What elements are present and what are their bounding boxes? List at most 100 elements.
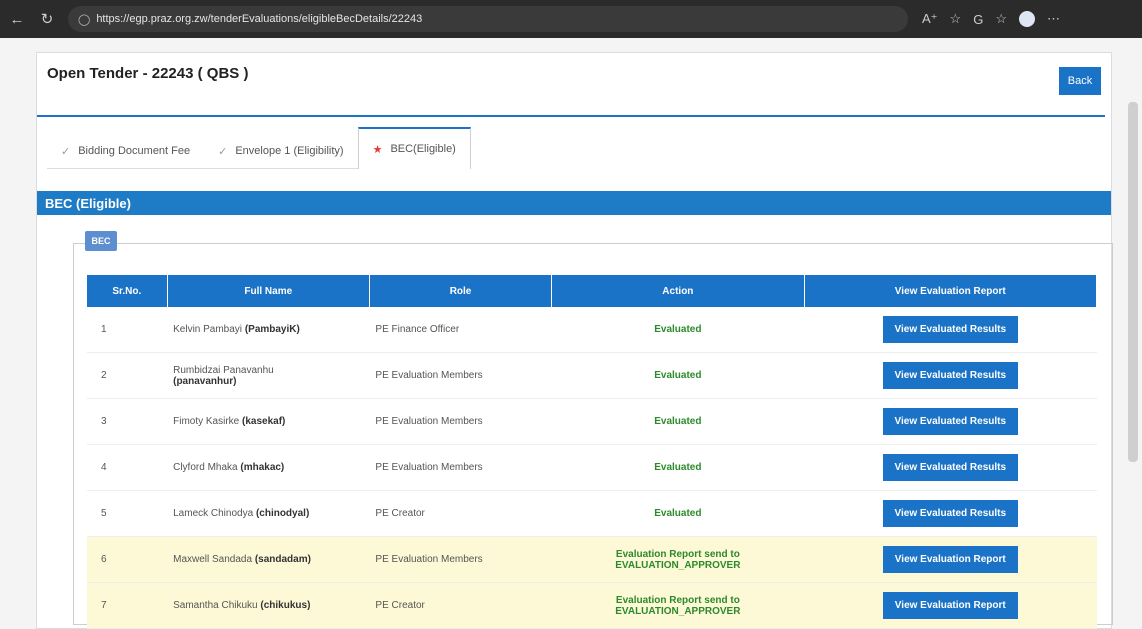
view-evaluated-results-button[interactable]: View Evaluated Results: [882, 408, 1019, 435]
role-cell: PE Evaluation Members: [369, 352, 552, 399]
row-number: 1: [87, 307, 168, 353]
member-username: (PambayiK): [244, 324, 300, 335]
action-status: Evaluated: [654, 508, 702, 519]
full-name-cell: Samantha Chikuku (chikukus): [167, 582, 370, 629]
bec-legend: BEC: [85, 231, 117, 251]
lock-icon: ◯: [78, 13, 91, 26]
action-status: Evaluated: [654, 370, 702, 381]
view-evaluation-report-button[interactable]: View Evaluation Report: [882, 592, 1018, 619]
page-title: Open Tender - 22243 ( QBS ): [47, 65, 249, 82]
member-username: (chikukus): [260, 600, 311, 611]
action-status: Evaluated: [654, 462, 702, 473]
role-cell: PE Finance Officer: [369, 307, 552, 353]
row-number: 7: [87, 582, 168, 629]
asterisk-icon: ★: [372, 143, 383, 156]
table-row: 7 Samantha Chikuku (chikukus) PE Creator…: [87, 582, 1097, 629]
member-name: Samantha Chikuku: [173, 600, 258, 611]
browser-toolbar: ← ↻ ◯ https://egp.praz.org.zw/tenderEval…: [0, 0, 1142, 38]
col-view-report: View Evaluation Report: [804, 275, 1098, 307]
role-cell: PE Evaluation Members: [369, 536, 552, 583]
view-evaluated-results-button[interactable]: View Evaluated Results: [882, 500, 1019, 527]
member-name: Kelvin Pambayi: [173, 324, 243, 335]
table-row: 4 Clyford Mhaka (mhakac) PE Evaluation M…: [87, 444, 1097, 491]
action-target: EVALUATION_APPROVER: [615, 605, 741, 617]
bec-table: Sr.No. Full Name Role Action View Evalua…: [87, 275, 1098, 629]
read-aloud-icon[interactable]: A⁺: [922, 11, 938, 27]
action-cell: Evaluation Report send to EVALUATION_APPR…: [551, 582, 805, 629]
action-cell: Evaluated: [551, 307, 805, 353]
address-bar[interactable]: ◯ https://egp.praz.org.zw/tenderEvaluati…: [68, 6, 908, 32]
view-cell: View Evaluation Report: [804, 536, 1097, 583]
favorites-icon[interactable]: ☆: [995, 11, 1007, 27]
title-divider: [37, 115, 1105, 117]
view-cell: View Evaluated Results: [804, 398, 1097, 445]
extension-icon[interactable]: G: [973, 12, 983, 27]
view-cell: View Evaluated Results: [804, 490, 1097, 537]
row-number: 6: [87, 536, 168, 583]
section-header: BEC (Eligible): [37, 191, 1111, 215]
page: Open Tender - 22243 ( QBS ) Back ✓ Biddi…: [0, 38, 1142, 629]
table-row: 3 Fimoty Kasirke (kasekaf) PE Evaluation…: [87, 398, 1097, 445]
member-name: Maxwell Sandada: [173, 554, 253, 565]
row-number: 3: [87, 398, 168, 445]
col-full-name: Full Name: [167, 275, 370, 307]
action-status: Evaluation Report send to: [615, 548, 740, 560]
action-cell: Evaluation Report send to EVALUATION_APPR…: [551, 536, 805, 583]
profile-avatar[interactable]: [1018, 11, 1035, 27]
member-username: (mhakac): [240, 462, 285, 473]
tab-bidding-document-fee[interactable]: ✓ Bidding Document Fee: [47, 134, 205, 169]
table-row: 1 Kelvin Pambayi (PambayiK) PE Finance O…: [87, 307, 1097, 353]
url-text: https://egp.praz.org.zw/tenderEvaluation…: [96, 13, 423, 25]
refresh-icon[interactable]: ↻: [34, 6, 60, 32]
action-cell: Evaluated: [551, 352, 805, 399]
member-username: (kasekaf): [242, 416, 286, 427]
favorite-icon[interactable]: ☆: [950, 11, 962, 27]
member-username: (chinodyal): [255, 508, 310, 519]
member-name: Rumbidzai Panavanhu: [173, 364, 274, 376]
col-role: Role: [369, 275, 553, 307]
tab-bar: ✓ Bidding Document Fee ✓ Envelope 1 (Eli…: [47, 125, 471, 169]
full-name-cell: Clyford Mhaka (mhakac): [167, 444, 370, 491]
table-row: 6 Maxwell Sandada (sandadam) PE Evaluati…: [87, 536, 1097, 583]
member-name: Lameck Chinodya: [173, 508, 254, 519]
action-cell: Evaluated: [551, 398, 805, 445]
action-status: Evaluated: [654, 324, 702, 335]
member-name: Fimoty Kasirke: [173, 416, 240, 427]
check-icon: ✓: [61, 145, 71, 158]
view-evaluation-report-button[interactable]: View Evaluation Report: [882, 546, 1018, 573]
view-evaluated-results-button[interactable]: View Evaluated Results: [882, 316, 1019, 343]
action-status: Evaluation Report send to: [615, 594, 740, 606]
role-cell: PE Creator: [369, 490, 552, 537]
view-evaluated-results-button[interactable]: View Evaluated Results: [882, 362, 1019, 389]
check-icon: ✓: [218, 145, 228, 158]
action-cell: Evaluated: [551, 444, 805, 491]
tab-label: Envelope 1 (Eligibility): [235, 145, 344, 157]
tender-card: Open Tender - 22243 ( QBS ) Back ✓ Biddi…: [36, 52, 1113, 629]
row-number: 5: [87, 490, 168, 537]
view-cell: View Evaluated Results: [804, 444, 1097, 491]
tab-label: Bidding Document Fee: [78, 145, 191, 157]
col-action: Action: [551, 275, 805, 307]
tab-bec-eligible[interactable]: ★ BEC(Eligible): [357, 127, 471, 169]
table-row: 5 Lameck Chinodya (chinodyal) PE Creator…: [87, 490, 1097, 537]
tab-envelope-1[interactable]: ✓ Envelope 1 (Eligibility): [204, 134, 358, 169]
table-header-row: Sr.No. Full Name Role Action View Evalua…: [87, 275, 1098, 307]
view-cell: View Evaluated Results: [804, 352, 1097, 399]
row-number: 4: [87, 444, 168, 491]
more-icon[interactable]: ⋯: [1047, 11, 1060, 27]
page-scrollbar[interactable]: [1128, 102, 1138, 462]
view-cell: View Evaluated Results: [804, 307, 1097, 353]
view-evaluated-results-button[interactable]: View Evaluated Results: [882, 454, 1019, 481]
role-cell: PE Creator: [369, 582, 552, 629]
full-name-cell: Fimoty Kasirke (kasekaf): [167, 398, 370, 445]
member-name: Clyford Mhaka: [173, 462, 238, 473]
role-cell: PE Evaluation Members: [369, 444, 552, 491]
full-name-cell: Rumbidzai Panavanhu (panavanhur): [167, 352, 370, 399]
col-sr-no: Sr.No.: [87, 275, 168, 307]
full-name-cell: Kelvin Pambayi (PambayiK): [167, 307, 370, 353]
back-arrow-icon[interactable]: ←: [4, 6, 30, 32]
member-username: (sandadam): [254, 554, 311, 565]
back-button[interactable]: Back: [1059, 67, 1101, 95]
action-cell: Evaluated: [551, 490, 805, 537]
row-number: 2: [87, 352, 168, 399]
